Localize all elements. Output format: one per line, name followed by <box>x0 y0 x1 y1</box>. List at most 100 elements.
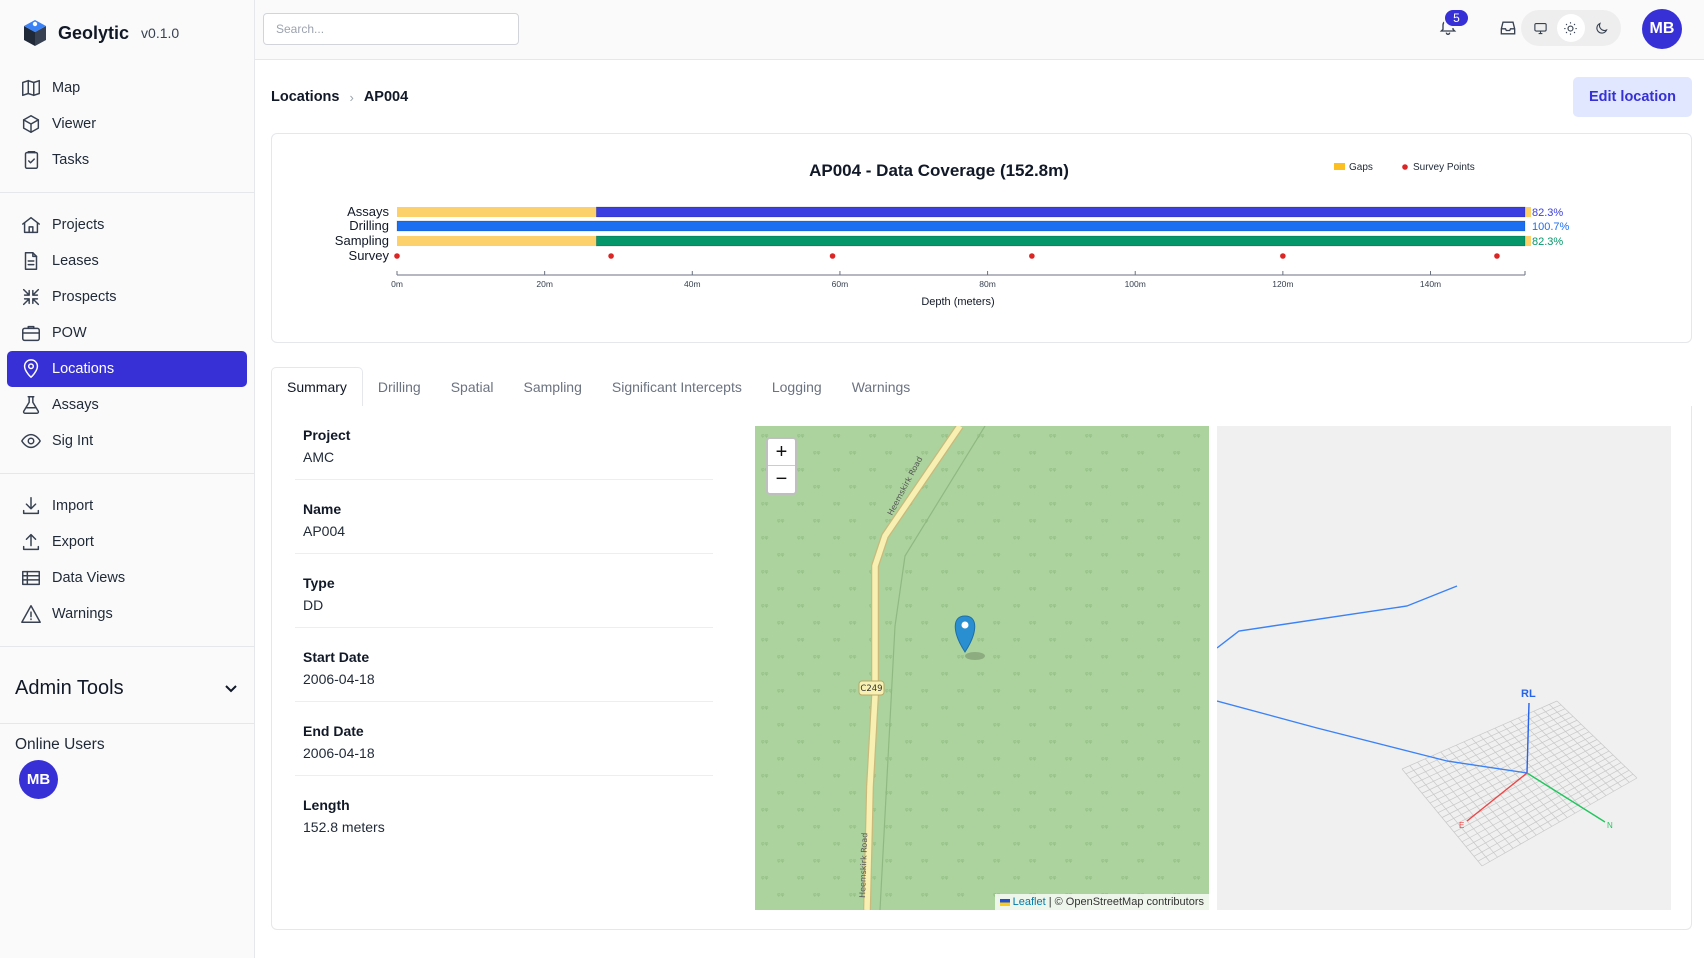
x-tick-label: 80m <box>979 279 996 289</box>
sidebar-item-viewer[interactable]: Viewer <box>7 106 247 142</box>
sidebar-item-warnings[interactable]: Warnings <box>7 596 247 632</box>
warning-icon <box>21 605 41 623</box>
field-name: Name AP004 <box>295 480 713 554</box>
breadcrumb-locations-link[interactable]: Locations <box>271 89 339 105</box>
edit-location-button[interactable]: Edit location <box>1573 77 1692 117</box>
inbox-button[interactable] <box>1498 18 1518 43</box>
admin-tools-label: Admin Tools <box>15 676 124 699</box>
legend-survey-swatch <box>1402 164 1408 170</box>
sidebar-item-tasks[interactable]: Tasks <box>7 142 247 178</box>
tab-significant-intercepts[interactable]: Significant Intercepts <box>597 367 757 407</box>
geolytic-logo-icon <box>24 20 46 46</box>
coverage-label-drilling: 100.7% <box>1532 221 1570 233</box>
user-avatar[interactable]: MB <box>1642 9 1682 49</box>
tab-logging[interactable]: Logging <box>757 367 837 407</box>
x-tick-label: 20m <box>536 279 553 289</box>
sidebar-item-label: Tasks <box>52 152 90 168</box>
x-tick-label: 0m <box>391 279 403 289</box>
grid-line <box>1477 773 1634 862</box>
arrows-in-icon <box>22 288 40 306</box>
survey-point <box>1280 253 1286 259</box>
breadcrumb-current: AP004 <box>363 89 409 105</box>
tab-warnings[interactable]: Warnings <box>837 367 926 407</box>
tab-spatial[interactable]: Spatial <box>436 367 509 407</box>
forest-pattern <box>755 426 1209 910</box>
row-label-survey: Survey <box>349 248 390 263</box>
monitor-icon <box>1534 22 1547 34</box>
app-version: v0.1.0 <box>141 25 180 41</box>
coverage-chart-svg: AP004 - Data Coverage (152.8m) Gaps Surv… <box>335 161 1570 308</box>
table-icon <box>22 570 40 586</box>
tab-sampling[interactable]: Sampling <box>509 367 597 407</box>
online-user-avatar[interactable]: MB <box>19 760 58 799</box>
tab-summary[interactable]: Summary <box>271 367 363 407</box>
sidebar-item-label: Assays <box>52 397 99 413</box>
sidebar-item-label: Prospects <box>52 289 117 305</box>
sidebar-item-pow[interactable]: POW <box>7 315 247 351</box>
ground-grid <box>1401 700 1638 867</box>
chart-xlabel: Depth (meters) <box>921 296 994 308</box>
field-label: Project <box>303 427 351 443</box>
map-icon <box>22 79 40 97</box>
sidebar-item-export[interactable]: Export <box>7 524 247 560</box>
sidebar-item-assays[interactable]: Assays <box>7 387 247 423</box>
sidebar-item-map[interactable]: Map <box>7 70 247 106</box>
grid-line <box>1541 707 1622 788</box>
chevron-down-icon <box>225 685 237 693</box>
field-length: Length 152.8 meters <box>295 776 713 850</box>
legend-survey-label: Survey Points <box>1413 162 1475 173</box>
online-users: Online Users MB <box>0 724 254 811</box>
location-tabs: Summary Drilling Spatial Sampling Signif… <box>271 367 926 407</box>
nav-group-data: Projects Leases Prospects POW Locations … <box>0 199 254 467</box>
field-value: DD <box>303 597 324 613</box>
brand[interactable]: Geolytic v0.1.0 <box>0 0 254 66</box>
field-label: Length <box>303 797 350 813</box>
sidebar-item-sig-int[interactable]: Sig Int <box>7 423 247 459</box>
sidebar-item-label: Map <box>52 80 81 96</box>
sidebar-item-label: Viewer <box>52 116 97 132</box>
download-icon <box>22 497 40 515</box>
sidebar-item-prospects[interactable]: Prospects <box>7 279 247 315</box>
notification-badge: 5 <box>1443 8 1470 28</box>
legend-gaps-label: Gaps <box>1349 162 1373 173</box>
upload-icon <box>22 533 40 551</box>
sidebar-item-locations[interactable]: Locations <box>7 351 247 387</box>
axis-n <box>1526 772 1606 823</box>
coverage-bar-assays <box>596 206 1526 218</box>
sidebar-item-projects[interactable]: Projects <box>7 207 247 243</box>
row-label-sampling: Sampling <box>335 233 389 248</box>
sidebar-item-data-views[interactable]: Data Views <box>7 560 247 596</box>
search-input[interactable] <box>263 13 519 45</box>
nav-divider <box>0 192 254 193</box>
row-label-assays: Assays <box>347 204 389 219</box>
leaflet-link[interactable]: Leaflet <box>1013 896 1046 908</box>
axis-rl <box>1526 702 1530 774</box>
sun-icon <box>1564 21 1578 35</box>
theme-system-button[interactable] <box>1526 14 1554 42</box>
eye-icon <box>21 433 41 449</box>
gap-bar-assays <box>397 207 597 217</box>
drillhole-3d-view[interactable]: RL E N <box>1217 426 1671 910</box>
theme-dark-button[interactable] <box>1588 14 1616 42</box>
field-value: 2006-04-18 <box>303 745 375 761</box>
tab-drilling[interactable]: Drilling <box>363 367 436 407</box>
chart-title: AP004 - Data Coverage (152.8m) <box>809 161 1069 180</box>
sidebar-item-import[interactable]: Import <box>7 488 247 524</box>
grid-line <box>1469 766 1626 852</box>
zoom-out-button[interactable]: − <box>768 466 795 493</box>
grid-line <box>1549 704 1630 783</box>
sidebar-item-leases[interactable]: Leases <box>7 243 247 279</box>
moon-icon <box>1596 21 1608 34</box>
zoom-in-button[interactable]: + <box>768 439 795 466</box>
field-type: Type DD <box>295 554 713 628</box>
document-icon <box>24 252 38 270</box>
home-icon <box>22 216 40 234</box>
location-map[interactable]: ᵠᵠ ᵠᵠ Heemskirk Road Heemskirk Road C249 <box>755 426 1209 910</box>
theme-light-button[interactable] <box>1556 14 1585 42</box>
axis-rl-label: RL <box>1521 688 1536 700</box>
clipboard-icon <box>24 151 39 169</box>
field-label: Start Date <box>303 649 370 665</box>
admin-tools-toggle[interactable]: Admin Tools <box>0 653 254 723</box>
nav-group-main: Map Viewer Tasks <box>0 66 254 186</box>
online-users-label: Online Users <box>15 736 105 753</box>
